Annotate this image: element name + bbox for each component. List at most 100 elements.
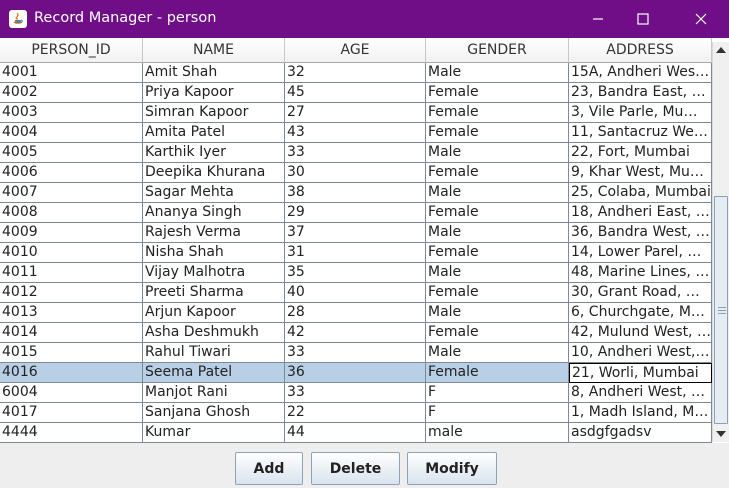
person-id-cell[interactable]: 4016 bbox=[0, 363, 143, 383]
address-cell[interactable]: 10, Andheri West, M... bbox=[569, 343, 712, 363]
person-id-cell[interactable]: 4006 bbox=[0, 163, 143, 183]
table-row[interactable]: 4001 Amit Shah 32 Male 15A, Andheri West, ..… bbox=[0, 63, 712, 83]
gender-cell[interactable]: Female bbox=[426, 243, 569, 263]
table-row[interactable]: 4015 Rahul Tiwari 33 Male 10, Andheri West, … bbox=[0, 343, 712, 363]
address-cell[interactable]: 3, Vile Parle, Mumbai bbox=[569, 103, 712, 123]
address-cell[interactable]: 8, Andheri West, Mu... bbox=[569, 383, 712, 403]
name-cell[interactable]: Vijay Malhotra bbox=[143, 263, 285, 283]
scroll-down-button[interactable] bbox=[713, 426, 729, 442]
person-id-cell[interactable]: 4014 bbox=[0, 323, 143, 343]
address-cell[interactable]: 30, Grant Road, Mu... bbox=[569, 283, 712, 303]
table-row[interactable]: 4002 Priya Kapoor 45 Female 23, Bandra East,… bbox=[0, 83, 712, 103]
table-row[interactable]: 4004 Amita Patel 43 Female 11, Santacruz Wes… bbox=[0, 123, 712, 143]
address-cell[interactable]: 36, Bandra West, M... bbox=[569, 223, 712, 243]
person-id-cell[interactable]: 6004 bbox=[0, 383, 143, 403]
name-cell[interactable]: Nisha Shah bbox=[143, 243, 285, 263]
table-row[interactable]: 4012 Preeti Sharma 40 Female 30, Grant Road,… bbox=[0, 283, 712, 303]
name-cell[interactable]: Manjot Rani bbox=[143, 383, 285, 403]
gender-cell[interactable]: Male bbox=[426, 63, 569, 83]
address-cell[interactable]: 1, Madh Island, Mu... bbox=[569, 403, 712, 423]
table-row[interactable]: 4013 Arjun Kapoor 28 Male 6, Churchgate, Mu.… bbox=[0, 303, 712, 323]
address-cell[interactable]: asdgfgadsv bbox=[569, 423, 712, 443]
gender-cell[interactable]: Female bbox=[426, 163, 569, 183]
column-header[interactable]: GENDER bbox=[426, 38, 569, 63]
gender-cell[interactable]: Female bbox=[426, 203, 569, 223]
person-id-cell[interactable]: 4015 bbox=[0, 343, 143, 363]
name-cell[interactable]: Asha Deshmukh bbox=[143, 323, 285, 343]
name-cell[interactable]: Kumar bbox=[143, 423, 285, 443]
name-cell[interactable]: Sanjana Ghosh bbox=[143, 403, 285, 423]
gender-cell[interactable]: Male bbox=[426, 263, 569, 283]
table-row[interactable]: 4014 Asha Deshmukh 42 Female 42, Mulund West… bbox=[0, 323, 712, 343]
age-cell[interactable]: 30 bbox=[285, 163, 426, 183]
age-cell[interactable]: 36 bbox=[285, 363, 426, 383]
person-id-cell[interactable]: 4007 bbox=[0, 183, 143, 203]
name-cell[interactable]: Seema Patel bbox=[143, 363, 285, 383]
name-cell[interactable]: Rahul Tiwari bbox=[143, 343, 285, 363]
gender-cell[interactable]: Female bbox=[426, 283, 569, 303]
column-header[interactable]: NAME bbox=[143, 38, 285, 63]
modify-button[interactable]: Modify bbox=[407, 452, 497, 485]
person-id-cell[interactable]: 4013 bbox=[0, 303, 143, 323]
gender-cell[interactable]: Male bbox=[426, 143, 569, 163]
age-cell[interactable]: 32 bbox=[285, 63, 426, 83]
person-id-cell[interactable]: 4444 bbox=[0, 423, 143, 443]
address-cell[interactable]: 18, Andheri East, M... bbox=[569, 203, 712, 223]
gender-cell[interactable]: Female bbox=[426, 323, 569, 343]
age-cell[interactable]: 22 bbox=[285, 403, 426, 423]
vertical-scrollbar[interactable] bbox=[712, 42, 729, 442]
name-cell[interactable]: Amit Shah bbox=[143, 63, 285, 83]
age-cell[interactable]: 37 bbox=[285, 223, 426, 243]
name-cell[interactable]: Sagar Mehta bbox=[143, 183, 285, 203]
age-cell[interactable]: 28 bbox=[285, 303, 426, 323]
scroll-thumb[interactable] bbox=[714, 196, 728, 424]
name-cell[interactable]: Preeti Sharma bbox=[143, 283, 285, 303]
gender-cell[interactable]: F bbox=[426, 383, 569, 403]
address-cell[interactable]: 15A, Andheri West, ... bbox=[569, 63, 712, 83]
address-cell[interactable]: 14, Lower Parel, Mu... bbox=[569, 243, 712, 263]
person-id-cell[interactable]: 4017 bbox=[0, 403, 143, 423]
address-cell[interactable]: 48, Marine Lines, M... bbox=[569, 263, 712, 283]
name-cell[interactable]: Deepika Khurana bbox=[143, 163, 285, 183]
person-id-cell[interactable]: 4008 bbox=[0, 203, 143, 223]
person-id-cell[interactable]: 4002 bbox=[0, 83, 143, 103]
name-cell[interactable]: Ananya Singh bbox=[143, 203, 285, 223]
gender-cell[interactable]: Male bbox=[426, 303, 569, 323]
age-cell[interactable]: 45 bbox=[285, 83, 426, 103]
name-cell[interactable]: Karthik Iyer bbox=[143, 143, 285, 163]
age-cell[interactable]: 44 bbox=[285, 423, 426, 443]
minimize-button[interactable] bbox=[575, 0, 621, 38]
column-header[interactable]: AGE bbox=[285, 38, 426, 63]
table-row[interactable]: 4010 Nisha Shah 31 Female 14, Lower Parel, M… bbox=[0, 243, 712, 263]
person-id-cell[interactable]: 4005 bbox=[0, 143, 143, 163]
person-id-cell[interactable]: 4003 bbox=[0, 103, 143, 123]
table-row[interactable]: 4017 Sanjana Ghosh 22 F 1, Madh Island, Mu..… bbox=[0, 403, 712, 423]
name-cell[interactable]: Rajesh Verma bbox=[143, 223, 285, 243]
gender-cell[interactable]: male bbox=[426, 423, 569, 443]
scroll-up-button[interactable] bbox=[713, 42, 729, 58]
address-cell[interactable]: 6, Churchgate, Mu... bbox=[569, 303, 712, 323]
name-cell[interactable]: Simran Kapoor bbox=[143, 103, 285, 123]
table-row[interactable]: 4011 Vijay Malhotra 35 Male 48, Marine Lines… bbox=[0, 263, 712, 283]
age-cell[interactable]: 42 bbox=[285, 323, 426, 343]
gender-cell[interactable]: F bbox=[426, 403, 569, 423]
address-cell[interactable]: 23, Bandra East, M... bbox=[569, 83, 712, 103]
column-header[interactable]: ADDRESS bbox=[569, 38, 712, 63]
gender-cell[interactable]: Male bbox=[426, 183, 569, 203]
table-row[interactable]: 4008 Ananya Singh 29 Female 18, Andheri East… bbox=[0, 203, 712, 223]
age-cell[interactable]: 33 bbox=[285, 343, 426, 363]
address-cell[interactable]: 11, Santacruz West... bbox=[569, 123, 712, 143]
age-cell[interactable]: 29 bbox=[285, 203, 426, 223]
person-id-cell[interactable]: 4009 bbox=[0, 223, 143, 243]
person-id-cell[interactable]: 4001 bbox=[0, 63, 143, 83]
age-cell[interactable]: 43 bbox=[285, 123, 426, 143]
age-cell[interactable]: 31 bbox=[285, 243, 426, 263]
table-row[interactable]: 4005 Karthik Iyer 33 Male 22, Fort, Mumbai bbox=[0, 143, 712, 163]
add-button[interactable]: Add bbox=[235, 452, 303, 485]
table-row[interactable]: 4006 Deepika Khurana 30 Female 9, Khar West,… bbox=[0, 163, 712, 183]
age-cell[interactable]: 38 bbox=[285, 183, 426, 203]
age-cell[interactable]: 40 bbox=[285, 283, 426, 303]
age-cell[interactable]: 33 bbox=[285, 143, 426, 163]
table-row[interactable]: 4444 Kumar 44 male asdgfgadsv bbox=[0, 423, 712, 443]
delete-button[interactable]: Delete bbox=[311, 452, 400, 485]
